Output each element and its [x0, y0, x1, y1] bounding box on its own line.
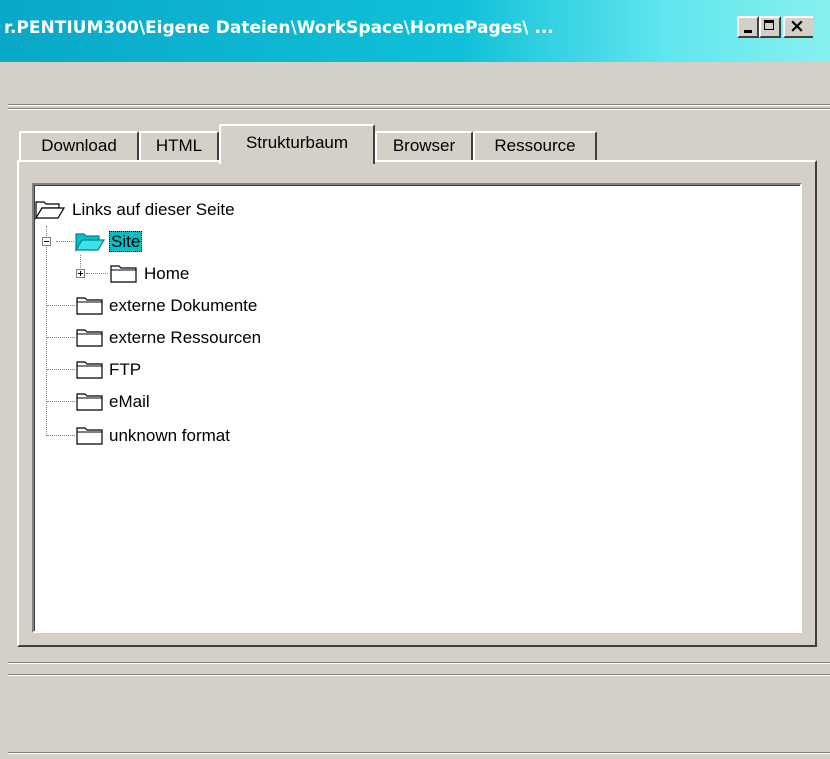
- tree-connector: [47, 401, 75, 402]
- tree-label: FTP: [109, 360, 142, 379]
- structure-tree[interactable]: Links auf dieser Seite Site Home externe…: [32, 183, 802, 633]
- minimize-icon: [744, 30, 752, 33]
- folder-icon: [76, 297, 103, 315]
- tab-strukturbaum[interactable]: Strukturbaum: [219, 124, 375, 164]
- folder-icon: [76, 329, 103, 347]
- tree-label: externe Ressourcen: [109, 328, 262, 347]
- tree-connector: [47, 369, 75, 370]
- tree-connector: [47, 305, 75, 306]
- close-icon: ×: [789, 15, 805, 37]
- tab-html[interactable]: HTML: [139, 131, 219, 161]
- toolbar-divider: [8, 108, 830, 110]
- open-folder-icon: [35, 201, 65, 221]
- tree-label-home: Home: [144, 264, 190, 283]
- tree-label: eMail: [109, 392, 150, 411]
- minimize-button[interactable]: [737, 16, 759, 38]
- tree-label: externe Dokumente: [109, 296, 258, 315]
- tree-connector: [46, 226, 47, 436]
- tree-connector: [86, 273, 108, 274]
- tab-browser[interactable]: Browser: [375, 131, 473, 161]
- expand-toggle[interactable]: [76, 269, 85, 278]
- open-folder-icon: [75, 233, 105, 253]
- title-bar[interactable]: r.PENTIUM300\Eigene Dateien\WorkSpace\Ho…: [0, 0, 830, 62]
- tree-connector: [47, 435, 75, 436]
- folder-icon: [76, 361, 103, 379]
- tree-label-root: Links auf dieser Seite: [72, 200, 235, 219]
- toolbar-divider: [8, 104, 830, 106]
- tree-connector: [56, 241, 74, 242]
- toolbar-area: [0, 62, 830, 104]
- tab-download[interactable]: Download: [19, 131, 139, 161]
- tab-panel: Links auf dieser Seite Site Home externe…: [17, 160, 817, 647]
- tree-connector: [47, 337, 75, 338]
- close-button[interactable]: ×: [783, 15, 813, 38]
- window-title: r.PENTIUM300\Eigene Dateien\WorkSpace\Ho…: [4, 18, 554, 38]
- tree-label: unknown format: [109, 426, 230, 445]
- status-bar: [0, 676, 830, 759]
- status-divider: [8, 662, 830, 664]
- folder-icon: [76, 427, 103, 445]
- collapse-toggle[interactable]: [42, 237, 51, 246]
- tree-label-site: Site: [109, 231, 143, 252]
- maximize-icon: [764, 20, 774, 30]
- folder-icon: [110, 265, 137, 283]
- status-divider: [8, 752, 830, 754]
- maximize-button[interactable]: [759, 16, 781, 38]
- application-window: r.PENTIUM300\Eigene Dateien\WorkSpace\Ho…: [0, 0, 830, 759]
- folder-icon: [76, 393, 103, 411]
- tab-ressource[interactable]: Ressource: [473, 131, 597, 161]
